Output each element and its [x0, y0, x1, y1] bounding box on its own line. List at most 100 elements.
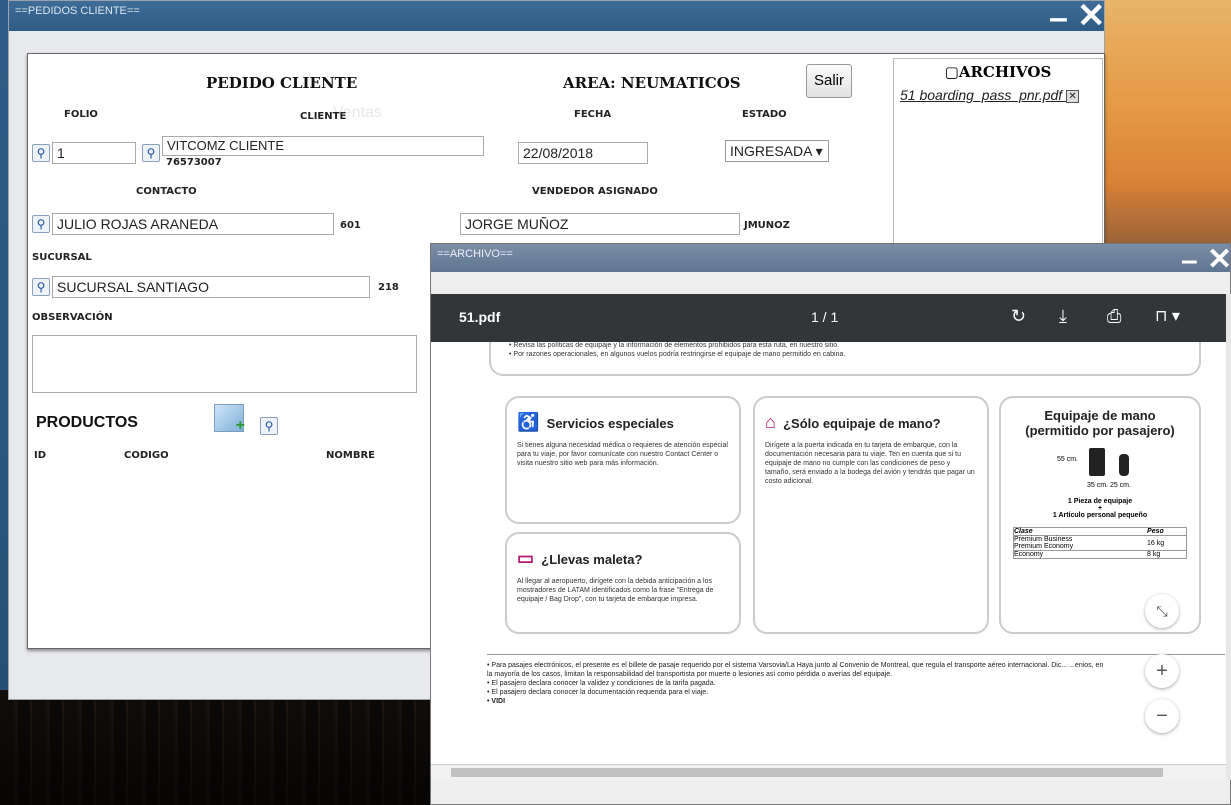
rotate-icon[interactable]: ↻ — [1011, 306, 1026, 327]
zoom-in-button[interactable]: + — [1145, 654, 1179, 688]
pdf-filename: 51.pdf — [459, 309, 501, 325]
sucursal-input[interactable]: SUCURSAL SANTIAGO — [52, 276, 370, 298]
form-title: PEDIDO CLIENTE — [206, 74, 358, 92]
luggage-graphic: 55 cm. 35 cm. 25 cm. — [1013, 444, 1187, 498]
scrollbar-thumb[interactable] — [451, 768, 1163, 777]
archivos-title: ▢ARCHIVOS — [944, 63, 1052, 81]
footer-line-4: • El pasajero declara conocer la documen… — [487, 689, 709, 696]
row1-peso: 16 kg — [1147, 539, 1165, 547]
solo-mano-text: Dirígete a la puerta indicada en tu tarj… — [765, 442, 975, 485]
folio-search-icon[interactable]: ⚲ — [32, 144, 50, 162]
servicios-card: ♿ Servicios especiales Si tienes alguna … — [505, 396, 741, 524]
row2-clase: Economy — [1014, 551, 1044, 558]
delete-file-icon[interactable]: ✕ — [1066, 89, 1080, 103]
articulo-label: 1 Artículo personal pequeño — [1052, 512, 1148, 519]
horizontal-scrollbar[interactable] — [431, 764, 1226, 780]
maleta-title: ▭ ¿Llevas maleta? — [517, 548, 643, 568]
col-id: ID — [34, 450, 47, 461]
productos-search-icon[interactable]: ⚲ — [260, 417, 278, 435]
pedidos-window-title: ==PEDIDOS CLIENTE== — [15, 5, 140, 17]
trolley-icon — [1089, 448, 1105, 476]
pieza-label: 1 Pieza de equipaje — [1067, 498, 1133, 505]
col-clase: Clase — [1014, 528, 1033, 535]
cliente-input[interactable]: VITCOMZ CLIENTE — [162, 136, 484, 156]
maleta-text: Al llegar al aeropuerto, dirígete con la… — [517, 578, 714, 603]
sucursal-code: 218 — [378, 282, 399, 293]
col-nombre: NOMBRE — [326, 450, 375, 461]
sucursal-label: SUCURSAL — [32, 252, 92, 263]
archivo-titlebar[interactable]: ==ARCHIVO== — [431, 244, 1230, 272]
note-1: • Revisa las políticas de equipaje y la … — [509, 342, 840, 349]
contacto-label: CONTACTO — [136, 186, 197, 197]
dims-label: 35 cm. 25 cm. — [1087, 482, 1131, 489]
archivo-name[interactable]: boarding_pass_pnr.pdf — [919, 87, 1062, 103]
fecha-label: FECHA — [574, 109, 612, 120]
observacion-textarea[interactable] — [32, 335, 417, 393]
close-icon[interactable]: ✕ — [1077, 0, 1106, 33]
archivo-number: 51 — [900, 87, 916, 103]
footer-line-3: • El pasajero declara conocer la validez… — [487, 680, 716, 687]
minimize-icon[interactable]: – — [1049, 1, 1068, 35]
archivo-minimize-icon[interactable]: – — [1181, 244, 1198, 278]
vendedor-input[interactable]: JORGE MUÑOZ — [460, 213, 740, 235]
zoom-out-button[interactable]: − — [1145, 699, 1179, 733]
cliente-search-icon[interactable]: ⚲ — [142, 144, 160, 162]
equipaje-title: Equipaje de mano — [1044, 408, 1156, 423]
note-2: • Por razones operacionales, en algunos … — [509, 351, 846, 358]
height-label: 55 cm. — [1057, 456, 1079, 463]
contacto-input[interactable]: JULIO ROJAS ARANEDA — [52, 213, 334, 235]
vendedor-label: VENDEDOR ASIGNADO — [532, 186, 658, 197]
folio-label: FOLIO — [64, 109, 98, 120]
hand-luggage-icon: ⌂ — [765, 412, 776, 432]
bookmark-icon[interactable]: ⊓ ▾ — [1155, 306, 1180, 326]
row1-clase: Premium Business Premium Economy — [1014, 536, 1074, 550]
archivo-window-title: ==ARCHIVO== — [437, 248, 513, 260]
servicios-text: Si tienes alguna necesidad médica o requ… — [517, 442, 728, 467]
pdf-page: • Revisa las políticas de equipaje y la … — [431, 342, 1226, 772]
equipaje-table: Clase Peso Premium Business Premium Econo… — [1013, 527, 1187, 559]
solo-mano-card: ⌂ ¿Sólo equipaje de mano? Dirígete a la … — [753, 396, 989, 634]
add-product-icon[interactable]: + — [214, 404, 245, 434]
pdf-page-indicator: 1 / 1 — [811, 309, 839, 325]
footer-line-1: • Para pasajes electrónicos, el presente… — [487, 662, 1104, 669]
footer-line-5: • VIDI — [487, 698, 506, 705]
salir-button[interactable]: Salir — [806, 64, 852, 98]
area-label: AREA: NEUMATICOS — [563, 74, 741, 92]
vertical-scrollbar[interactable] — [1226, 294, 1231, 780]
pdf-toolbar: 51.pdf 1 / 1 ↻ ⤓ ⎙ ⊓ ▾ — [431, 294, 1226, 342]
footer-line-2: la mayoría de los casos, limitan la resp… — [487, 671, 893, 678]
cliente-rut: 76573007 — [166, 157, 222, 168]
archivo-window: ==ARCHIVO== – ✕ 51.pdf 1 / 1 ↻ ⤓ ⎙ ⊓ ▾ •… — [430, 243, 1231, 805]
pedidos-titlebar[interactable]: ==PEDIDOS CLIENTE== — [9, 1, 1104, 31]
folio-input[interactable]: 1 — [52, 142, 136, 164]
archivo-close-icon[interactable]: ✕ — [1207, 242, 1231, 277]
row2-peso: 8 kg — [1147, 551, 1161, 558]
fit-page-icon[interactable]: ⤡ — [1145, 594, 1179, 628]
contacto-search-icon[interactable]: ⚲ — [32, 215, 50, 233]
contacto-code: 601 — [340, 220, 361, 231]
plus-label: + — [1097, 505, 1103, 512]
col-codigo: CODIGO — [124, 450, 169, 461]
archivo-item[interactable]: 51 boarding_pass_pnr.pdf ✕ — [894, 81, 1102, 109]
suitcase-icon: ▭ — [517, 548, 535, 568]
notes-card: • Revisa las políticas de equipaje y la … — [489, 342, 1201, 376]
col-peso: Peso — [1147, 528, 1164, 535]
print-icon[interactable]: ⎙ — [1107, 306, 1121, 327]
fecha-input[interactable]: 22/08/2018 — [518, 142, 648, 164]
cliente-label: CLIENTE — [300, 111, 347, 122]
download-icon[interactable]: ⤓ — [1059, 306, 1067, 327]
bag-icon — [1119, 454, 1129, 476]
productos-title: PRODUCTOS — [36, 414, 138, 431]
observacion-label: OBSERVACIÓN — [32, 312, 113, 323]
estado-select[interactable]: INGRESADA ▾ — [725, 140, 829, 162]
background-city — [0, 690, 440, 805]
servicios-title: ♿ Servicios especiales — [517, 412, 674, 432]
plus-icon: + — [235, 417, 245, 434]
accessibility-icon: ♿ — [517, 412, 540, 432]
background-photo — [1105, 0, 1231, 260]
equipaje-subtitle: (permitido por pasajero) — [1025, 423, 1175, 438]
vendedor-code: JMUNOZ — [744, 220, 790, 231]
estado-label: ESTADO — [742, 109, 787, 120]
sucursal-search-icon[interactable]: ⚲ — [32, 278, 50, 296]
maleta-card: ▭ ¿Llevas maleta? Al llegar al aeropuert… — [505, 532, 741, 634]
